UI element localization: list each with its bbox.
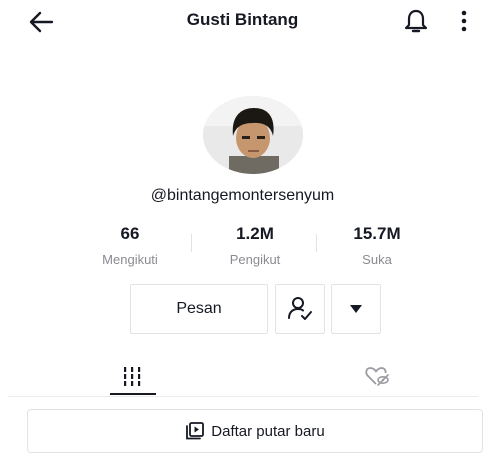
tab-videos[interactable]: [80, 356, 184, 396]
caret-down-icon: [350, 305, 362, 313]
top-bar: Gusti Bintang: [0, 0, 485, 44]
following-button[interactable]: [275, 284, 325, 334]
stat-divider: [316, 234, 317, 252]
stat-followers[interactable]: 1.2M Pengikut: [200, 224, 310, 267]
avatar-photo: [203, 96, 303, 174]
more-options-button[interactable]: [455, 7, 473, 35]
grid-icon: [124, 367, 141, 386]
user-check-icon: [288, 297, 312, 320]
tab-divider: [8, 396, 478, 397]
avatar[interactable]: [203, 96, 303, 174]
notifications-button[interactable]: [403, 7, 429, 35]
username: @bintangemontersenyum: [150, 187, 335, 204]
stat-label: Mengikuti: [102, 252, 158, 267]
stat-label: Pengikut: [229, 252, 281, 267]
suggestions-dropdown-button[interactable]: [331, 284, 381, 334]
stat-label: Suka: [362, 252, 392, 267]
active-tab-indicator: [110, 393, 156, 395]
new-playlist-label: Daftar putar baru: [211, 422, 325, 440]
message-button[interactable]: Pesan: [130, 284, 268, 334]
more-vertical-icon: [461, 10, 467, 32]
stat-value: 15.7M: [353, 224, 401, 243]
playlist-icon: [186, 422, 205, 440]
tab-liked[interactable]: [325, 356, 429, 396]
stat-divider: [191, 234, 192, 252]
stat-likes[interactable]: 15.7M Suka: [322, 224, 432, 267]
hidden-heart-icon: [365, 367, 389, 386]
stat-value: 66: [120, 224, 140, 243]
stat-following[interactable]: 66 Mengikuti: [75, 224, 185, 267]
new-playlist-button[interactable]: Daftar putar baru: [27, 409, 483, 453]
bell-icon: [404, 9, 428, 33]
stat-value: 1.2M: [236, 224, 274, 243]
